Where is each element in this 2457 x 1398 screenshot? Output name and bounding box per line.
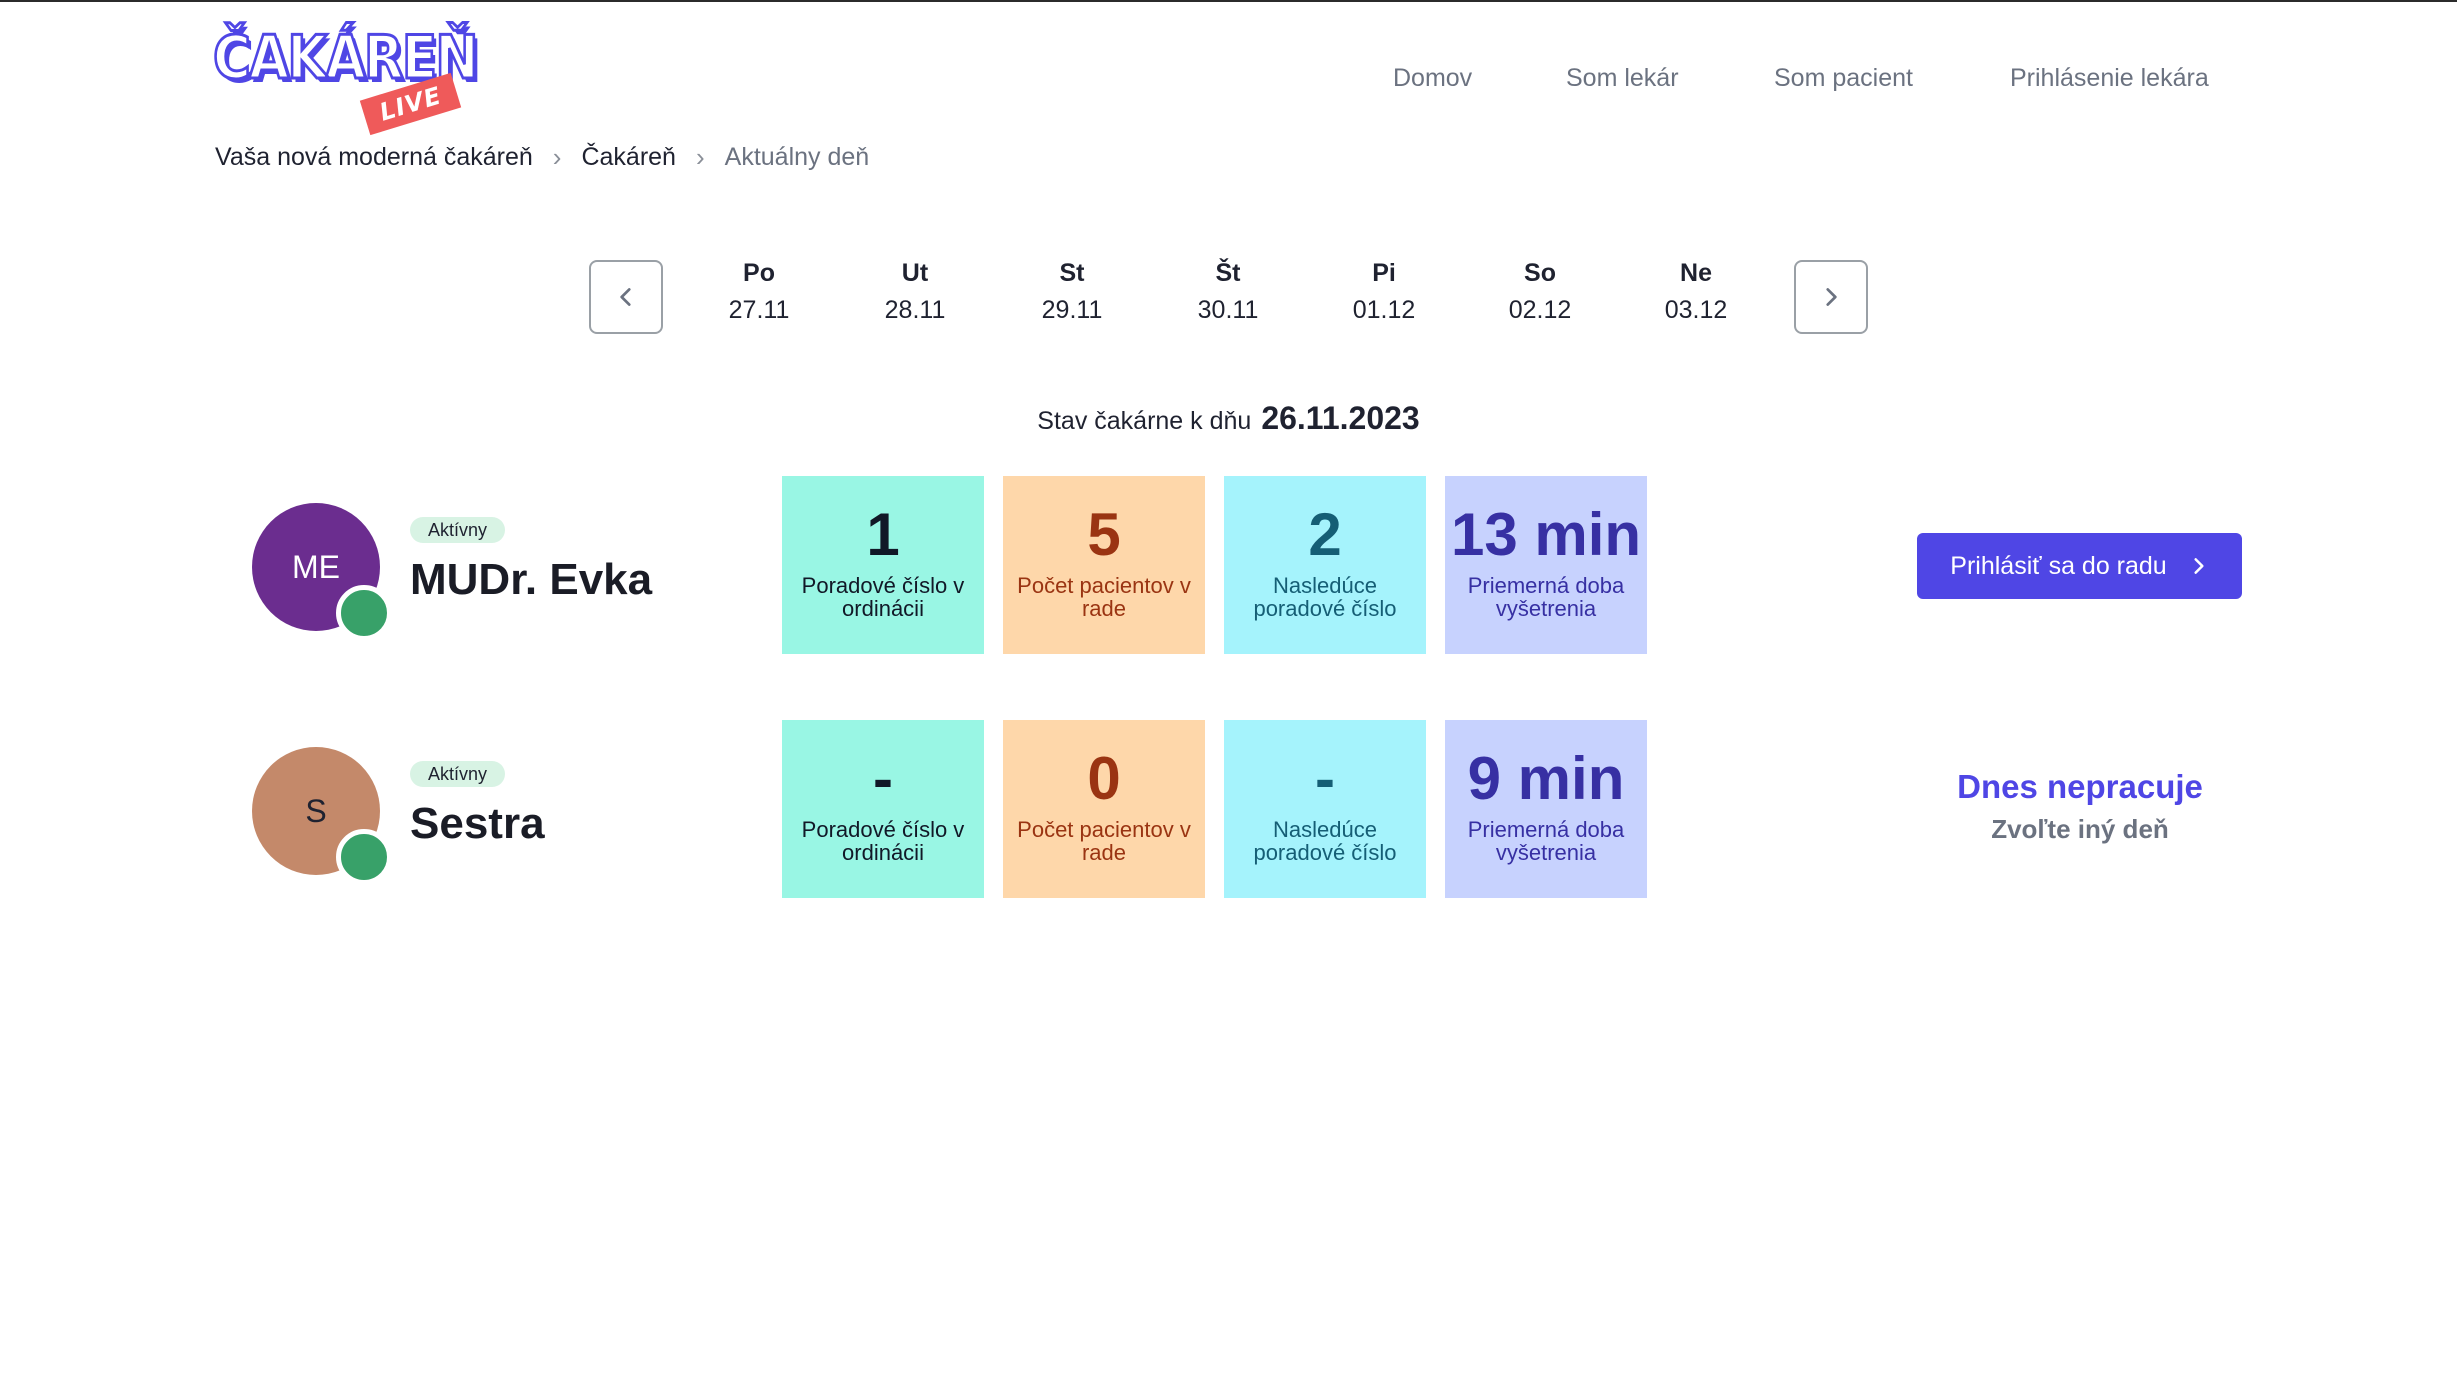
chevron-right-icon — [1826, 288, 1837, 306]
status-badge: Aktívny — [410, 517, 506, 543]
stat-value: 1 — [866, 501, 900, 568]
online-status-icon — [336, 829, 392, 885]
avatar-initials: S — [305, 792, 327, 829]
nav-patient[interactable]: Som pacient — [1774, 64, 1913, 93]
stat-tile-next-number: 2 Nasledúce poradové číslo — [1224, 476, 1426, 654]
stat-tile-next-number: - Nasledúce poradové číslo — [1224, 720, 1426, 898]
day-date: 30.11 — [1197, 296, 1259, 324]
day-name: Pi — [1372, 259, 1396, 287]
day-date: 27.11 — [728, 296, 790, 324]
online-status-icon — [336, 585, 392, 641]
join-queue-button[interactable]: Prihlásiť sa do radu — [1917, 533, 2242, 599]
stat-label: Nasledúce poradové číslo — [1253, 817, 1397, 865]
nav-doctor[interactable]: Som lekár — [1566, 64, 1679, 93]
day-name: Po — [743, 259, 775, 287]
stat-tile-queue-count: 5 Počet pacientov v rade — [1003, 476, 1205, 654]
breadcrumb: Vaša nová moderná čakáreň › Čakáreň › Ak… — [215, 142, 869, 173]
prev-week-button[interactable] — [589, 260, 663, 334]
stat-value: - — [1315, 745, 1335, 812]
stat-tile-average-time: 13 min Priemerná doba vyšetrenia — [1445, 476, 1647, 654]
day-saturday[interactable]: So 02.12 — [1480, 256, 1600, 330]
day-name: So — [1524, 259, 1556, 287]
stat-label: Priemerná doba vyšetrenia — [1467, 817, 1625, 865]
chevron-right-icon — [2194, 558, 2204, 574]
day-date: 01.12 — [1352, 296, 1416, 324]
day-monday[interactable]: Po 27.11 — [699, 256, 819, 330]
not-working-subtitle: Zvoľte iný deň — [1991, 814, 2169, 844]
day-sunday[interactable]: Ne 03.12 — [1636, 256, 1756, 330]
breadcrumb-current: Aktuálny deň — [724, 143, 870, 171]
day-date: 29.11 — [1041, 296, 1103, 324]
stat-label: Priemerná doba vyšetrenia — [1467, 573, 1625, 621]
stat-label: Nasledúce poradové číslo — [1253, 573, 1397, 621]
day-name: Ne — [1680, 259, 1712, 287]
stat-value: 2 — [1308, 501, 1342, 568]
next-week-button[interactable] — [1794, 260, 1868, 334]
join-queue-label: Prihlásiť sa do radu — [1950, 551, 2167, 580]
waiting-room-status: Stav čakárne k dňu 26.11.2023 — [0, 400, 2457, 437]
stat-label: Poradové číslo v ordinácii — [801, 573, 965, 621]
day-thursday[interactable]: Št 30.11 — [1168, 256, 1288, 330]
status-badge: Aktívny — [410, 761, 506, 787]
stat-tile-queue-count: 0 Počet pacientov v rade — [1003, 720, 1205, 898]
nav-doctor-login[interactable]: Prihlásenie lekára — [2010, 64, 2209, 93]
day-friday[interactable]: Pi 01.12 — [1324, 256, 1444, 330]
breadcrumb-home[interactable]: Vaša nová moderná čakáreň — [215, 143, 533, 172]
breadcrumb-separator: › — [695, 142, 705, 172]
day-date: 03.12 — [1664, 296, 1728, 324]
stat-value: - — [873, 745, 893, 812]
stat-tile-current-number: - Poradové číslo v ordinácii — [782, 720, 984, 898]
stat-value: 9 min — [1467, 745, 1625, 812]
day-wednesday[interactable]: St 29.11 — [1012, 256, 1132, 330]
status-label: Stav čakárne k dňu — [1037, 407, 1252, 435]
stat-value: 5 — [1087, 501, 1121, 568]
not-working-notice: Dnes nepracuje Zvoľte iný deň — [1890, 768, 2270, 845]
breadcrumb-separator: › — [552, 142, 562, 172]
stat-label: Počet pacientov v rade — [1017, 817, 1191, 865]
stat-label: Počet pacientov v rade — [1017, 573, 1191, 621]
stat-tile-average-time: 9 min Priemerná doba vyšetrenia — [1445, 720, 1647, 898]
day-name: Ut — [901, 259, 929, 287]
doctor-name: MUDr. Evka — [410, 555, 653, 604]
main-nav: Domov Som lekár Som pacient Prihlásenie … — [0, 64, 2457, 100]
stat-value: 13 min — [1450, 501, 1642, 568]
day-name: Št — [1215, 259, 1241, 287]
day-name: St — [1059, 259, 1085, 287]
day-date: 02.12 — [1508, 296, 1572, 324]
not-working-title: Dnes nepracuje — [1957, 768, 2203, 805]
stat-label: Poradové číslo v ordinácii — [801, 817, 965, 865]
day-date: 28.11 — [884, 296, 946, 324]
doctor-name: Sestra — [410, 799, 545, 848]
stat-value: 0 — [1087, 745, 1121, 812]
nav-home[interactable]: Domov — [1393, 64, 1472, 93]
breadcrumb-waiting-room[interactable]: Čakáreň — [581, 143, 676, 172]
avatar-initials: ME — [292, 548, 340, 585]
day-tuesday[interactable]: Ut 28.11 — [855, 256, 975, 330]
chevron-left-icon — [620, 288, 631, 306]
stat-tile-current-number: 1 Poradové číslo v ordinácii — [782, 476, 984, 654]
status-date: 26.11.2023 — [1261, 400, 1420, 436]
